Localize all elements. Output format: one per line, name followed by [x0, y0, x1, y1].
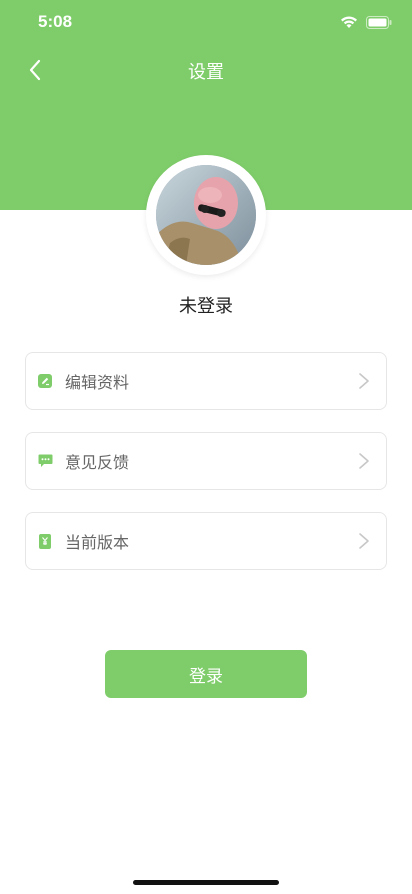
battery-icon: [366, 14, 392, 29]
avatar[interactable]: [156, 165, 256, 265]
chevron-right-icon: [358, 372, 370, 390]
menu-item-label: 编辑资料: [65, 373, 130, 392]
version-icon: [37, 533, 53, 549]
username: 未登录: [179, 296, 233, 317]
chevron-right-icon: [358, 532, 370, 550]
feedback-icon: [37, 453, 53, 469]
menu-item-label: 意见反馈: [65, 453, 130, 472]
menu-item-label: 当前版本: [65, 533, 130, 552]
page-title: 设置: [188, 62, 224, 83]
wifi-icon: [340, 14, 358, 28]
avatar-frame: [146, 155, 266, 275]
edit-icon: [37, 373, 53, 389]
home-indicator: [133, 880, 279, 885]
version-item[interactable]: 当前版本: [25, 512, 387, 570]
feedback-item[interactable]: 意见反馈: [25, 432, 387, 490]
status-bar: 5:08: [0, 0, 412, 44]
login-button[interactable]: 登录: [105, 650, 307, 698]
nav-bar: 设置: [0, 48, 412, 92]
edit-profile-item[interactable]: 编辑资料: [25, 352, 387, 410]
chevron-right-icon: [358, 452, 370, 470]
status-time: 5:08: [38, 12, 73, 31]
